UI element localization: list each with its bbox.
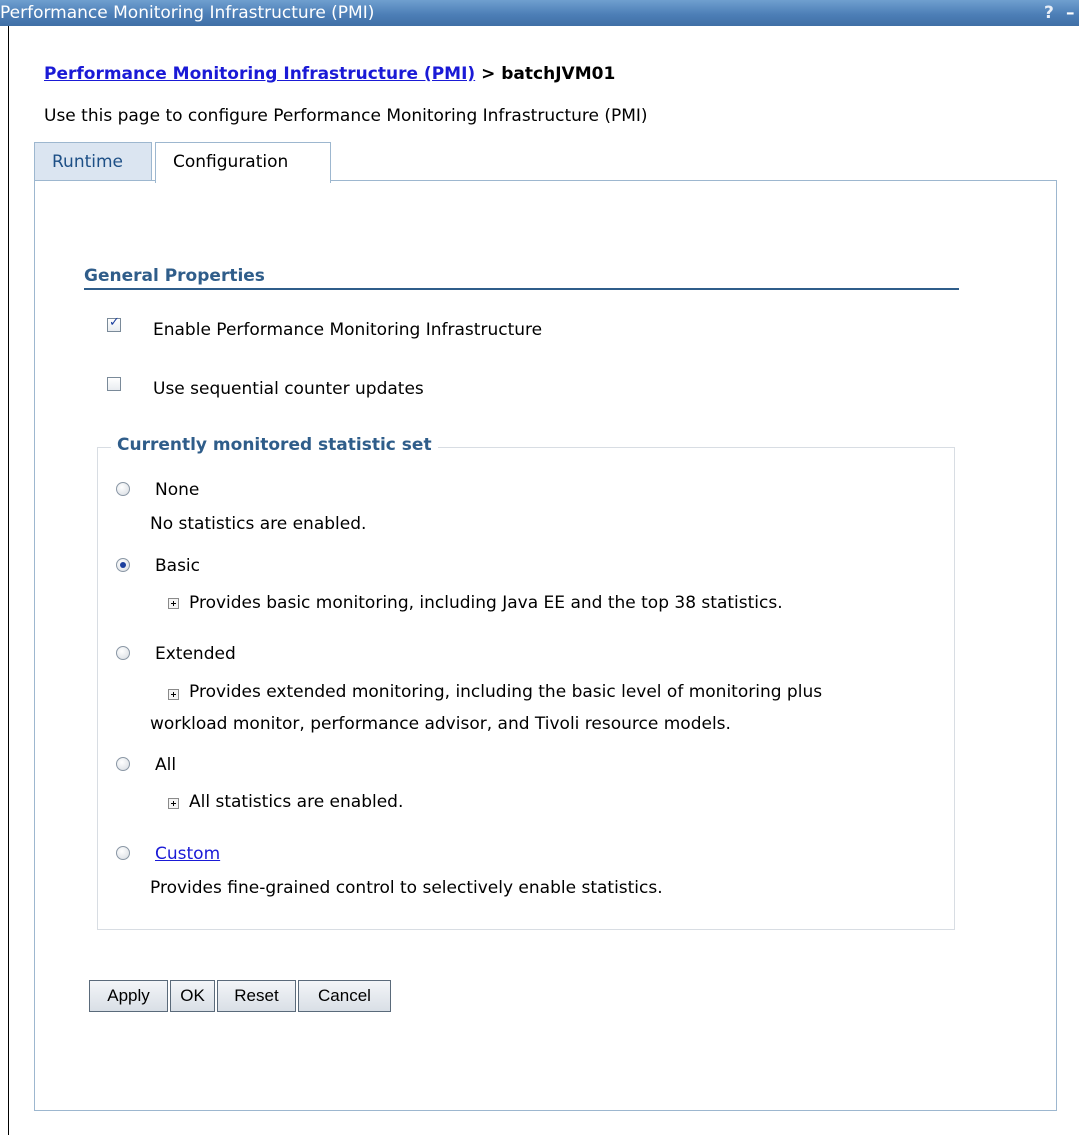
expand-all-icon[interactable] bbox=[168, 798, 179, 809]
tab-runtime[interactable]: Runtime bbox=[34, 142, 152, 181]
breadcrumb-current: batchJVM01 bbox=[501, 64, 616, 84]
all-description: All statistics are enabled. bbox=[189, 792, 404, 812]
none-description: No statistics are enabled. bbox=[150, 514, 367, 534]
help-icon[interactable]: ? bbox=[1044, 0, 1054, 26]
apply-button[interactable]: Apply bbox=[89, 980, 168, 1012]
window-titlebar: Performance Monitoring Infrastructure (P… bbox=[0, 0, 1079, 26]
sequential-updates-label: Use sequential counter updates bbox=[153, 379, 424, 399]
enable-pmi-label: Enable Performance Monitoring Infrastruc… bbox=[153, 320, 543, 340]
general-properties-heading: General Properties bbox=[84, 266, 265, 286]
statistic-set-legend: Currently monitored statistic set bbox=[111, 435, 438, 455]
breadcrumb: Performance Monitoring Infrastructure (P… bbox=[44, 64, 615, 84]
custom-link[interactable]: Custom bbox=[155, 844, 220, 864]
extended-description-line1: Provides extended monitoring, including … bbox=[189, 682, 823, 702]
tab-configuration[interactable]: Configuration bbox=[155, 142, 331, 183]
cancel-button[interactable]: Cancel bbox=[298, 980, 391, 1012]
expand-basic-icon[interactable] bbox=[168, 598, 179, 609]
radio-basic[interactable] bbox=[116, 558, 130, 572]
basic-description: Provides basic monitoring, including Jav… bbox=[189, 593, 783, 613]
ok-button[interactable]: OK bbox=[170, 980, 215, 1012]
radio-all-label: All bbox=[155, 755, 177, 775]
custom-description: Provides fine-grained control to selecti… bbox=[150, 878, 663, 898]
expand-extended-icon[interactable] bbox=[168, 689, 179, 700]
radio-none[interactable] bbox=[116, 482, 130, 496]
radio-custom[interactable] bbox=[116, 846, 130, 860]
window-title: Performance Monitoring Infrastructure (P… bbox=[0, 3, 375, 23]
extended-description-line2: workload monitor, performance advisor, a… bbox=[150, 714, 731, 734]
page-description: Use this page to configure Performance M… bbox=[44, 106, 648, 126]
radio-none-label: None bbox=[155, 480, 200, 500]
radio-all[interactable] bbox=[116, 757, 130, 771]
left-border bbox=[8, 26, 9, 1135]
radio-basic-label: Basic bbox=[155, 556, 201, 576]
checkmark-icon: ✓ bbox=[109, 315, 120, 330]
breadcrumb-separator: > bbox=[475, 64, 502, 84]
radio-extended-label: Extended bbox=[155, 644, 236, 664]
reset-button[interactable]: Reset bbox=[217, 980, 296, 1012]
heading-divider bbox=[84, 288, 959, 290]
radio-extended[interactable] bbox=[116, 646, 130, 660]
breadcrumb-pmi-link[interactable]: Performance Monitoring Infrastructure (P… bbox=[44, 64, 475, 84]
sequential-updates-checkbox[interactable] bbox=[107, 377, 121, 391]
minimize-icon[interactable]: – bbox=[1066, 0, 1075, 26]
enable-pmi-checkbox[interactable]: ✓ bbox=[107, 315, 121, 332]
